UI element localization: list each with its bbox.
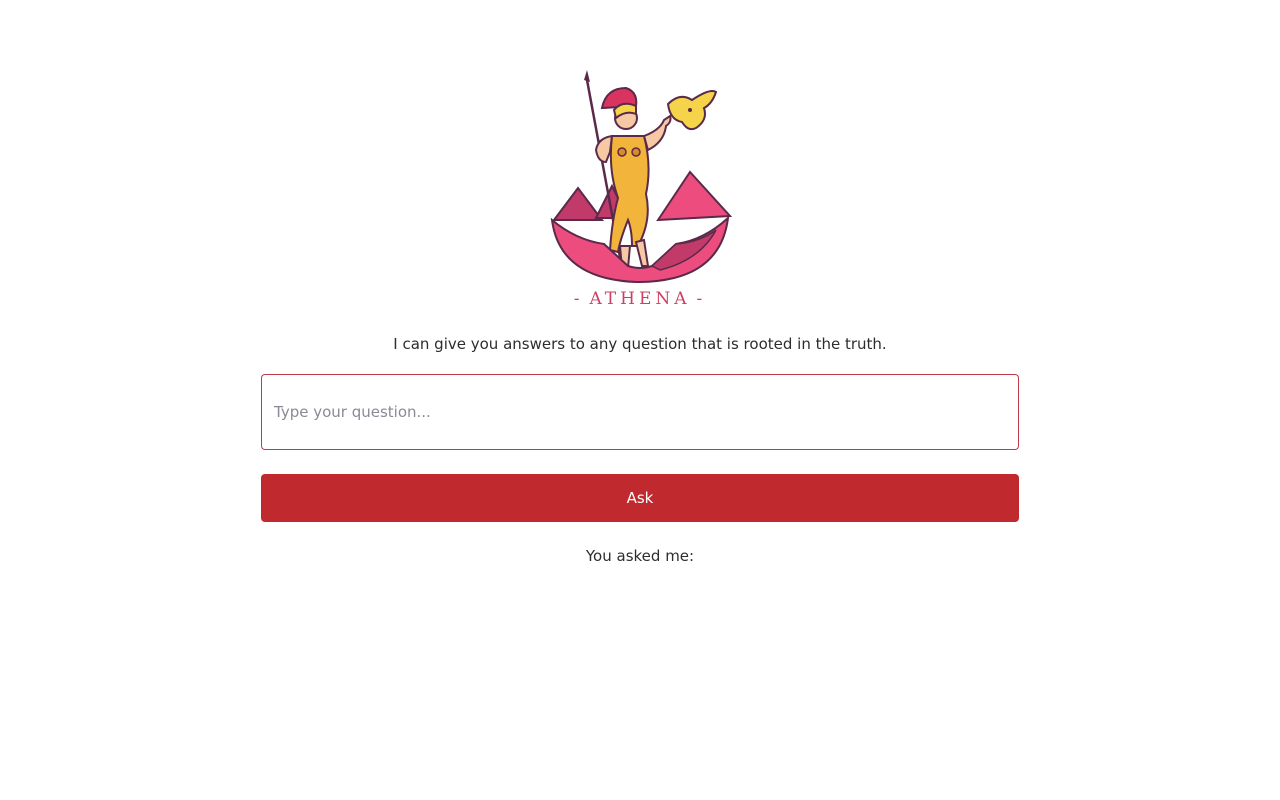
athena-logo-icon xyxy=(540,70,740,320)
tagline: I can give you answers to any question t… xyxy=(393,335,887,353)
brand-name: - ATHENA - xyxy=(540,289,740,309)
brand-dash-left: - xyxy=(573,289,584,309)
page: - ATHENA - I can give you answers to any q… xyxy=(0,0,1280,800)
ask-button[interactable]: Ask xyxy=(261,474,1019,522)
question-input[interactable] xyxy=(261,374,1019,450)
owl-icon xyxy=(666,90,718,131)
brand-text: ATHENA xyxy=(589,289,691,309)
brand-dash-right: - xyxy=(696,289,707,309)
asked-label: You asked me: xyxy=(585,547,695,565)
